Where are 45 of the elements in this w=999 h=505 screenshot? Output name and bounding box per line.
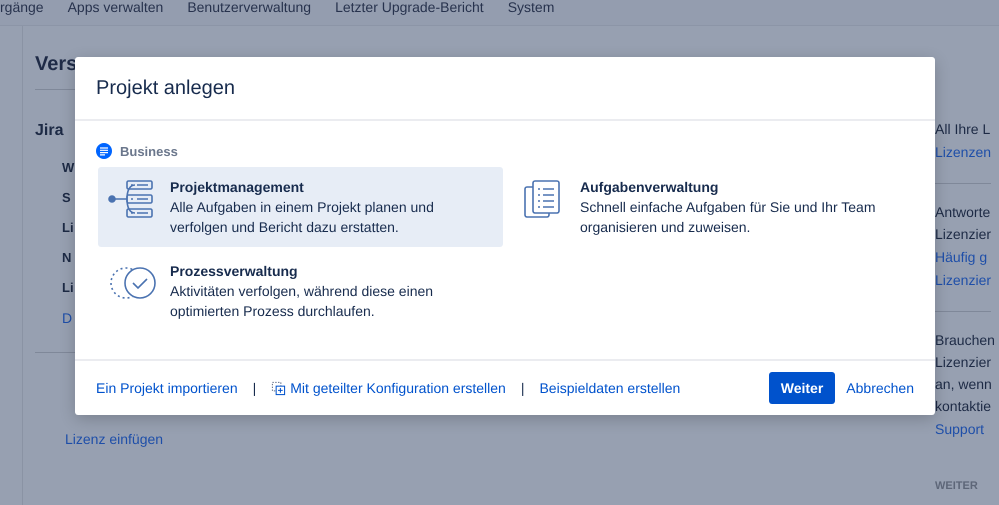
link[interactable]: Ein Projekt importieren: [96, 380, 238, 396]
option-description: Alle Aufgaben in einem Projekt planen und verfolgen und Bericht dazu erstatten.: [170, 198, 435, 237]
nav-link[interactable]: rgänge: [0, 0, 44, 14]
document-list-icon: [523, 179, 563, 219]
link[interactable]: Häufig g: [935, 248, 991, 266]
nav-link[interactable]: Benutzerverwaltung: [187, 0, 312, 14]
info-text: Lizenzier: [935, 226, 991, 243]
list-icon: [96, 143, 112, 159]
link[interactable]: Beispieldaten erstellen: [539, 380, 680, 396]
section-label: WEITER: [935, 480, 979, 492]
link[interactable]: D: [62, 310, 72, 326]
section-title: Jira: [35, 122, 64, 140]
dialog-title: Projekt anlegen: [96, 76, 235, 100]
separator: |: [520, 380, 524, 396]
separator: |: [252, 380, 256, 396]
field-label: Li: [62, 280, 74, 296]
link[interactable]: Mit geteilter Konfiguration erstellen: [271, 380, 506, 396]
info-text: an, wenn: [935, 376, 991, 393]
option-title: Prozessverwaltung: [170, 262, 299, 281]
info-text: Lizenzier: [935, 354, 991, 371]
field-label: W: [62, 160, 74, 176]
project-type-option[interactable]: Projektmanagement Alle Aufgaben in einem Projekt planen und verfolgen und Bericht dazu erstatten.: [98, 167, 503, 247]
next-button[interactable]: Weiter: [768, 372, 836, 404]
field-label: S: [62, 190, 71, 206]
option-description: Schnell einfache Aufgaben für Sie und Ihr Team organisieren und zuweisen.: [580, 198, 876, 237]
link[interactable]: Lizenzen: [935, 143, 991, 161]
link[interactable]: Lizenzier: [935, 271, 991, 289]
field-label: N: [62, 250, 72, 266]
nav-link[interactable]: System: [508, 0, 554, 14]
info-text: Antworte: [935, 204, 991, 221]
info-text: kontaktie: [935, 398, 991, 415]
nav-link[interactable]: Apps verwalten: [68, 0, 164, 14]
option-description: Aktivitäten verfolgen, während diese einen optimierten Prozess durchlaufen.: [170, 282, 434, 321]
option-title: Aufgabenverwaltung: [580, 178, 720, 197]
project-type-option[interactable]: Aufgabenverwaltung Schnell einfache Aufgaben für Sie und Ihr Team organisieren und zuweisen.: [508, 167, 913, 247]
nav-link[interactable]: Letzter Upgrade-Bericht: [335, 0, 484, 14]
category-label: Business: [120, 144, 178, 158]
field-label: Li: [62, 220, 74, 236]
option-title: Projektmanagement: [170, 178, 305, 197]
project-type-option[interactable]: Prozessverwaltung Aktivitäten verfolgen, während diese einen optimierten Prozess durchlaufen.: [98, 251, 503, 331]
link[interactable]: Support: [935, 420, 991, 438]
cancel-button[interactable]: Abbrechen: [846, 372, 914, 404]
info-text: All Ihre L: [935, 121, 991, 138]
page-heading: Vers: [35, 53, 78, 76]
link[interactable]: Lizenz einfügen: [65, 431, 164, 447]
